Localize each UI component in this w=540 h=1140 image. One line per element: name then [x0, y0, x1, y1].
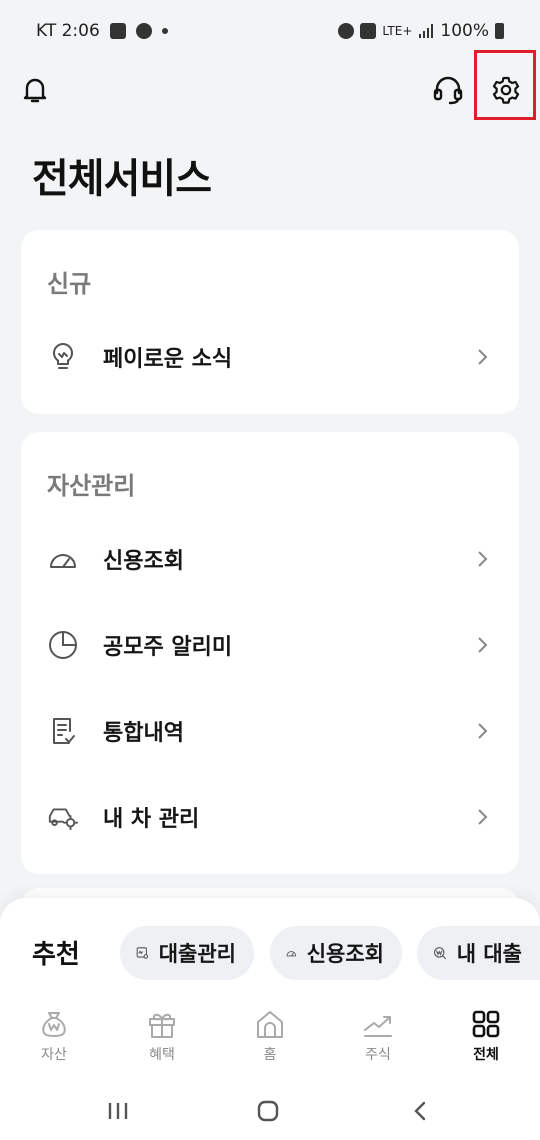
- recommend-label: 추천: [32, 940, 80, 970]
- more-dot-icon: [161, 28, 168, 34]
- tab-home[interactable]: 홈: [230, 1008, 310, 1070]
- menu-item-credit-check[interactable]: 신용조회: [21, 524, 519, 594]
- chevron-right-icon: [478, 723, 488, 739]
- gauge-icon: [286, 951, 297, 957]
- page-title: 전체서비스: [32, 156, 212, 202]
- menu-item-ipo-alert[interactable]: 공모주 알리미: [21, 610, 519, 680]
- chip-credit-check[interactable]: 신용조회: [270, 926, 402, 980]
- menu-item-label: 공모주 알리미: [103, 635, 233, 660]
- car-settings-icon: [47, 801, 79, 833]
- gift-icon: [149, 1013, 175, 1038]
- menu-item-label: 통합내역: [103, 721, 184, 746]
- tab-all[interactable]: 전체: [446, 1008, 526, 1070]
- menu-item-my-car[interactable]: 내 차 관리: [21, 782, 519, 852]
- tab-label: 자산: [41, 1047, 67, 1063]
- home-icon: [257, 1011, 283, 1038]
- document-check-icon: [47, 715, 79, 747]
- notification-icon: [135, 23, 152, 39]
- system-nav-bar: [0, 1086, 540, 1136]
- section-title-asset: 자산관리: [47, 472, 136, 500]
- menu-item-label: 내 차 관리: [103, 807, 200, 832]
- tab-label: 주식: [365, 1047, 391, 1063]
- tab-label: 전체: [473, 1047, 499, 1063]
- settings-highlight: [474, 50, 536, 120]
- search-won-icon: [433, 947, 447, 960]
- back-chevron-icon: [414, 1101, 426, 1121]
- alarm-icon: [338, 23, 355, 39]
- lightbulb-icon: [47, 341, 79, 373]
- pie-chart-icon: [47, 629, 79, 661]
- money-bag-icon: [42, 1012, 66, 1037]
- chevron-right-icon: [478, 809, 488, 825]
- recent-apps-icon: [108, 1103, 128, 1119]
- network-label: LTE+: [382, 24, 413, 38]
- home-nav-button[interactable]: [248, 1096, 288, 1126]
- tab-stock[interactable]: 주식: [338, 1008, 418, 1070]
- grid-icon: [472, 1010, 500, 1038]
- chip-label: 내 대출: [456, 942, 522, 966]
- mute-icon: [360, 23, 377, 39]
- recent-apps-button[interactable]: [98, 1096, 138, 1126]
- menu-item-integrated-history[interactable]: 통합내역: [21, 696, 519, 766]
- battery-icon: [495, 23, 504, 39]
- signal-icon: [419, 24, 434, 38]
- chevron-right-icon: [478, 637, 488, 653]
- customer-support-button[interactable]: [426, 68, 470, 112]
- status-time: KT 2:06: [36, 21, 100, 41]
- section-card-asset: 자산관리 신용조회 공모주 알리미 통합내역 내 차 관리: [21, 432, 519, 874]
- chevron-right-icon: [478, 551, 488, 567]
- chip-label: 신용조회: [306, 942, 384, 966]
- chart-line-icon: [364, 1016, 392, 1037]
- battery-percent: 100%: [440, 21, 489, 41]
- top-bar: [0, 62, 540, 120]
- section-title-new: 신규: [47, 270, 92, 298]
- tab-label: 홈: [263, 1047, 277, 1063]
- tab-benefit[interactable]: 혜택: [122, 1008, 202, 1070]
- home-circle-icon: [257, 1100, 279, 1122]
- menu-item-label: 신용조회: [103, 549, 184, 574]
- tab-asset[interactable]: 자산: [14, 1008, 94, 1070]
- gauge-icon: [47, 543, 79, 575]
- status-bar: KT 2:06 LTE+ 100%: [0, 0, 540, 62]
- tab-label: 혜택: [149, 1047, 175, 1063]
- gallery-icon: [109, 23, 126, 39]
- loan-icon: [136, 947, 149, 959]
- bell-icon: [23, 78, 47, 103]
- chip-label: 대출관리: [158, 942, 236, 966]
- chevron-right-icon: [478, 349, 488, 365]
- menu-item-payroun-news[interactable]: 페이로운 소식: [21, 322, 519, 392]
- chip-my-loan[interactable]: 내 대출: [417, 926, 540, 980]
- section-card-new: 신규 페이로운 소식: [21, 230, 519, 414]
- menu-item-label: 페이로운 소식: [103, 347, 233, 372]
- tab-bar: 자산 혜택 홈 주식 전체: [0, 1008, 540, 1070]
- notification-bell-button[interactable]: [13, 68, 57, 112]
- headset-icon: [433, 76, 463, 105]
- chip-loan-management[interactable]: 대출관리: [120, 926, 254, 980]
- back-button[interactable]: [400, 1096, 440, 1126]
